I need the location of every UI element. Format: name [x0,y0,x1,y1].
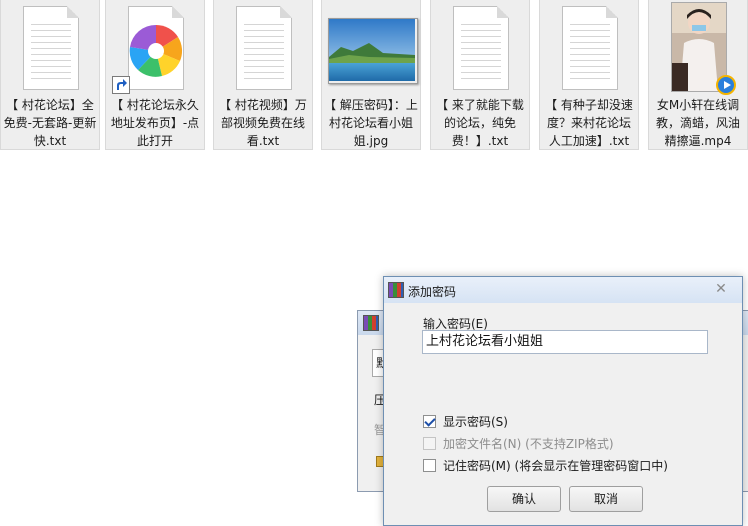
add-password-dialog: 添加密码 ✕ 输入密码(E) 上村花论坛看小姐姐 显示密码(S) 加密文件名(N… [383,276,743,526]
file-item[interactable]: 女M小轩在线调教，滴蜡，风油精擦逼.mp4 [648,0,748,150]
archive-app-icon [388,282,404,298]
file-name: 【 解压密码】：上村花论坛看小姐姐.jpg [324,98,418,148]
password-input[interactable]: 上村花论坛看小姐姐 [422,330,708,354]
file-item[interactable]: 【 来了就能下载的论坛，纯免费！】.txt [430,0,530,150]
remember-password-option[interactable]: 记住密码(M) (将会显示在管理密码窗口中) [423,456,668,474]
dialog-title: 添加密码 [408,285,457,299]
ok-button[interactable]: 确认 [487,486,561,512]
file-item[interactable]: 【 村花论坛】全免费-无套路-更新快.txt [0,0,100,150]
text-document-icon [23,6,79,90]
file-item[interactable]: 【 村花论坛永久地址发布页】-点此打开 [105,0,205,150]
text-document-icon [236,6,292,90]
browser-app-icon [128,6,184,90]
archive-app-icon [363,315,379,331]
landscape-image-icon [328,18,418,84]
file-item[interactable]: 【 有种子却没速度？来村花论坛人工加速】.txt [539,0,639,150]
file-item[interactable]: 【 解压密码】：上村花论坛看小姐姐.jpg [321,0,421,150]
remember-password-label: 记住密码(M) (将会显示在管理密码窗口中) [443,458,668,473]
show-password-option[interactable]: 显示密码(S) [423,412,508,430]
file-name: 【 来了就能下载的论坛，纯免费！】.txt [436,98,524,148]
encrypt-filenames-option: 加密文件名(N) (不支持ZIP格式) [423,434,614,452]
play-badge-icon [716,75,736,95]
remember-password-checkbox[interactable] [423,458,436,472]
file-name: 女M小轩在线调教，滴蜡，风油精擦逼.mp4 [655,98,740,148]
show-password-label: 显示密码(S) [443,414,508,429]
file-name: 【 村花论坛】全免费-无套路-更新快.txt [3,98,97,148]
cancel-button[interactable]: 取消 [569,486,643,512]
dialog-titlebar[interactable]: 添加密码 ✕ [384,277,742,303]
show-password-checkbox[interactable] [423,414,436,428]
shortcut-arrow-icon [112,76,130,94]
file-name: 【 村花视频】万部视频免费在线看.txt [219,98,307,148]
file-name: 【 有种子却没速度？来村花论坛人工加速】.txt [545,98,633,148]
file-name: 【 村花论坛永久地址发布页】-点此打开 [110,98,200,148]
video-thumbnail-icon [671,2,736,95]
close-icon[interactable]: ✕ [712,280,730,298]
encrypt-filenames-label: 加密文件名(N) (不支持ZIP格式) [443,436,614,451]
encrypt-filenames-checkbox [423,436,436,450]
file-item[interactable]: 【 村花视频】万部视频免费在线看.txt [213,0,313,150]
text-document-icon [562,6,618,90]
text-document-icon [453,6,509,90]
